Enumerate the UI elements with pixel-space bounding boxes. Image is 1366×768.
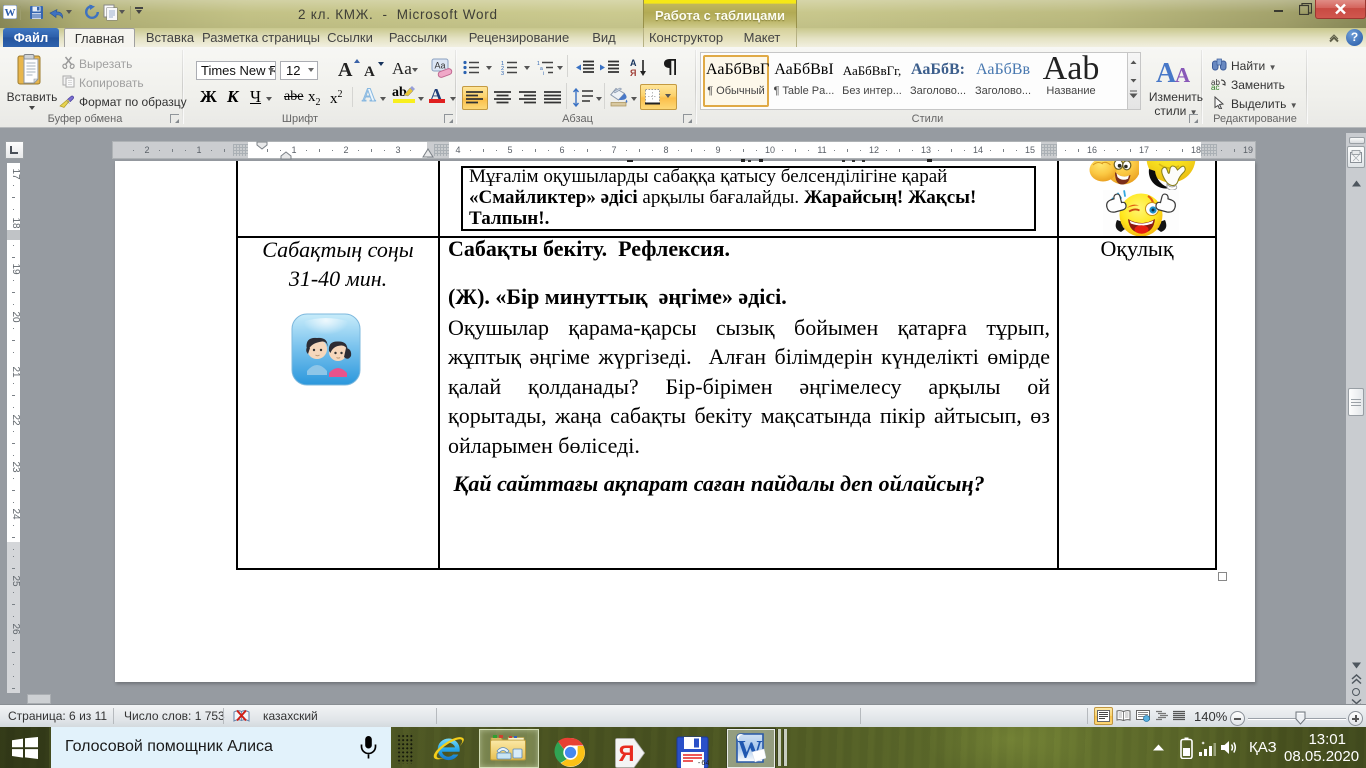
svg-text:3: 3 xyxy=(501,71,504,75)
svg-text:-64·: -64· xyxy=(697,760,709,768)
svg-text:А: А xyxy=(1175,63,1191,85)
svg-text:Аа: Аа xyxy=(434,61,445,71)
svg-text:А: А xyxy=(630,58,637,68)
svg-text:А: А xyxy=(1156,58,1177,85)
svg-text:ac: ac xyxy=(1211,83,1219,90)
svg-text:Я: Я xyxy=(619,741,635,766)
svg-text:i: i xyxy=(543,71,544,75)
svg-text:Я: Я xyxy=(630,68,636,77)
svg-text:W: W xyxy=(5,7,16,19)
